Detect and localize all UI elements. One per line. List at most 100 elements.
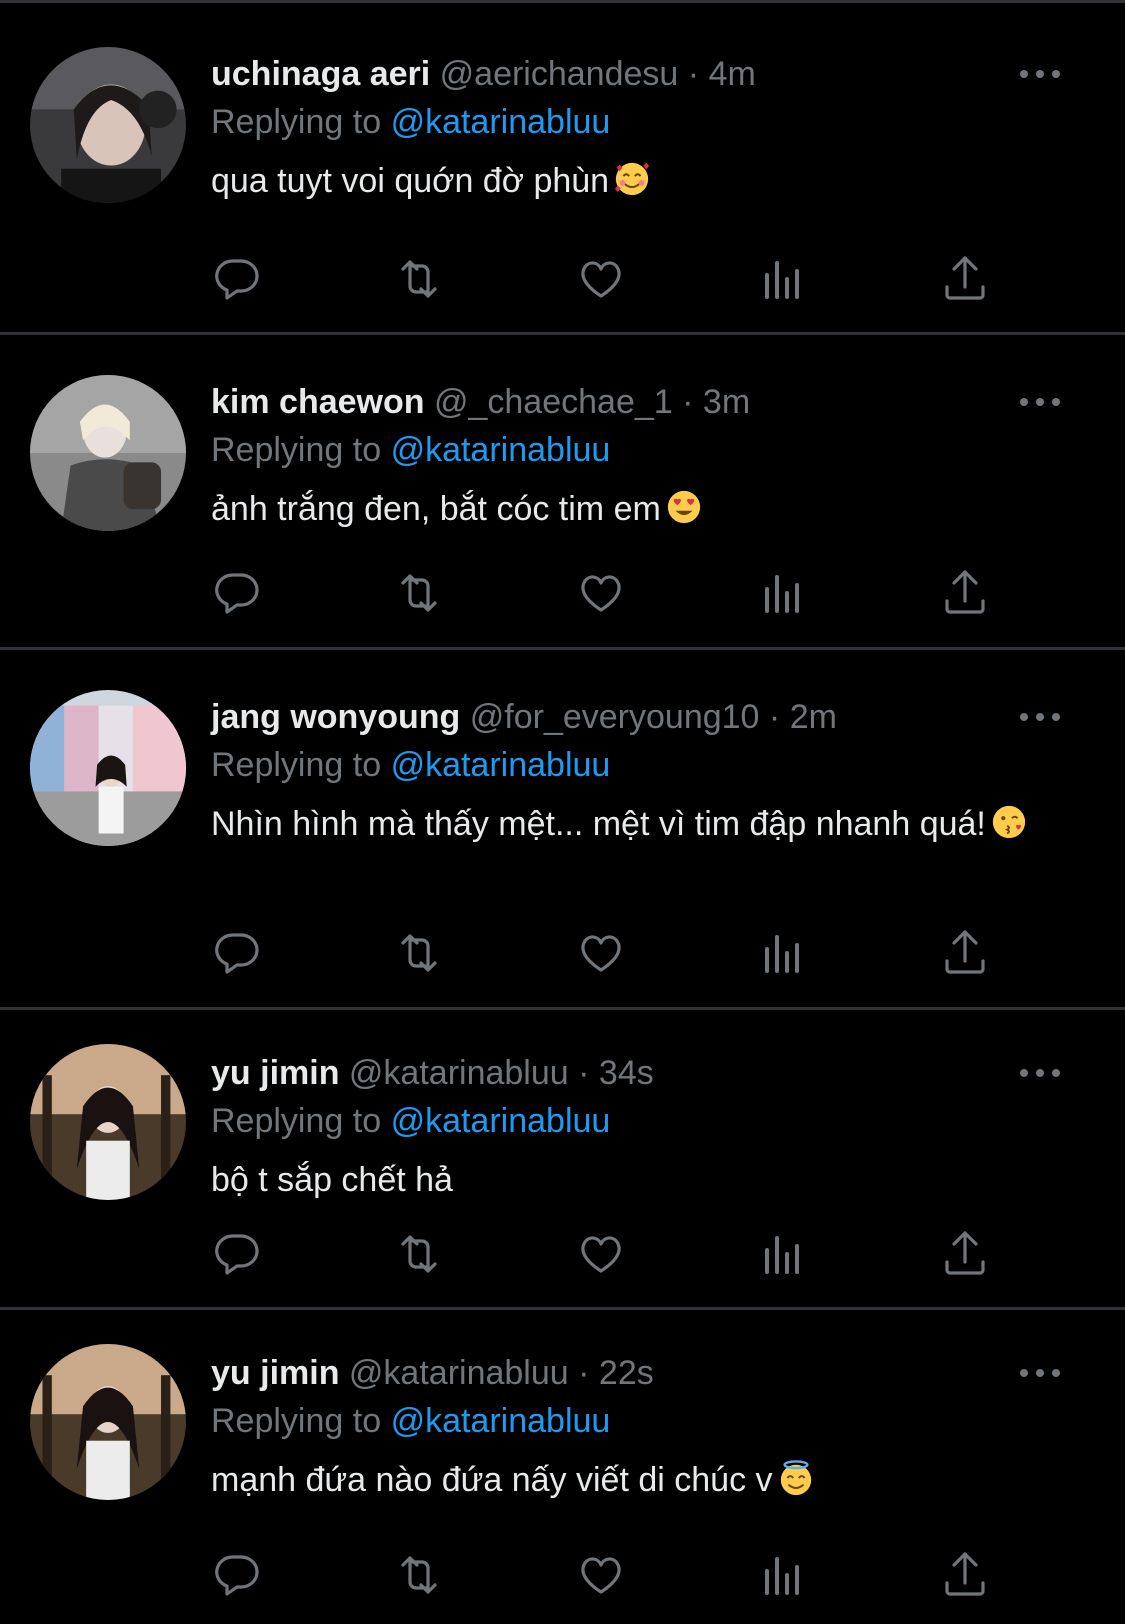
reply-icon[interactable] — [211, 253, 263, 305]
replying-prefix: Replying to — [211, 431, 382, 469]
retweet-icon[interactable] — [393, 927, 445, 979]
reply-tweet[interactable]: jang wonyoung @for_everyoung10 · 2m Repl… — [0, 650, 1125, 1010]
replying-prefix: Replying to — [211, 746, 382, 784]
avatar-image-icon — [30, 690, 186, 846]
timestamp[interactable]: 34s — [599, 1054, 654, 1092]
more-options-icon[interactable] — [1020, 1349, 1060, 1397]
display-name[interactable]: jang wonyoung — [211, 698, 460, 736]
action-bar — [211, 1228, 1085, 1280]
like-icon[interactable] — [575, 1549, 627, 1601]
timestamp[interactable]: 4m — [709, 55, 756, 93]
user-handle[interactable]: @katarinabluu — [349, 1354, 569, 1392]
views-icon[interactable] — [757, 567, 809, 619]
replying-mention[interactable]: @katarinabluu — [391, 746, 611, 784]
avatar[interactable] — [30, 375, 186, 531]
tweet-body: ảnh trắng đen, bắt cóc tim em — [211, 490, 661, 528]
avatar[interactable] — [30, 690, 186, 846]
reply-tweet[interactable]: kim chaewon @_chaechae_1 · 3m Replying t… — [0, 335, 1125, 650]
tweet-text: mạnh đứa nào đứa nấy viết di chúc v — [211, 1453, 1031, 1507]
user-handle[interactable]: @aerichandesu — [440, 55, 679, 93]
tweet-body: bộ t sắp chết hả — [211, 1161, 453, 1199]
separator-dot: · — [768, 698, 781, 736]
reply-tweet[interactable]: yu jimin @katarinabluu · 34s Replying to… — [0, 1010, 1125, 1310]
like-icon[interactable] — [575, 253, 627, 305]
replying-prefix: Replying to — [211, 103, 382, 141]
avatar-image-icon — [30, 375, 186, 531]
separator-dot: · — [682, 383, 694, 421]
tweet-body: qua tuyt voi quớn đờ phùn — [211, 162, 610, 200]
tweet-header: kim chaewon @_chaechae_1 · 3m — [211, 378, 1085, 426]
retweet-icon[interactable] — [393, 567, 445, 619]
reply-icon[interactable] — [211, 567, 263, 619]
replying-prefix: Replying to — [211, 1402, 382, 1440]
like-icon[interactable] — [575, 567, 627, 619]
tweet-text: bộ t sắp chết hả — [211, 1153, 1031, 1207]
action-bar — [211, 927, 1085, 979]
separator-dot: · — [578, 1354, 590, 1392]
replying-to: Replying to @katarinabluu — [211, 426, 1085, 474]
share-icon[interactable] — [939, 1228, 991, 1280]
replying-to: Replying to @katarinabluu — [211, 741, 1085, 789]
separator-dot: · — [578, 1054, 590, 1092]
tweet-header: yu jimin @katarinabluu · 34s — [211, 1049, 1085, 1097]
views-icon[interactable] — [757, 253, 809, 305]
retweet-icon[interactable] — [393, 1549, 445, 1601]
display-name[interactable]: yu jimin — [211, 1354, 339, 1392]
more-options-icon[interactable] — [1020, 1049, 1060, 1097]
tweet-text: ảnh trắng đen, bắt cóc tim em — [211, 482, 1031, 536]
like-icon[interactable] — [575, 1228, 627, 1280]
avatar[interactable] — [30, 47, 186, 203]
tweet-body: mạnh đứa nào đứa nấy viết di chúc v — [211, 1461, 773, 1499]
action-bar — [211, 1549, 1085, 1601]
display-name[interactable]: uchinaga aeri — [211, 55, 430, 93]
avatar-image-icon — [30, 1044, 186, 1200]
share-icon[interactable] — [939, 567, 991, 619]
replying-mention[interactable]: @katarinabluu — [391, 1102, 611, 1140]
user-handle[interactable]: @for_everyoung10 — [470, 698, 760, 736]
action-bar — [211, 253, 1085, 305]
more-options-icon[interactable] — [1020, 378, 1060, 426]
action-bar — [211, 567, 1085, 619]
user-handle[interactable]: @_chaechae_1 — [434, 383, 673, 421]
replying-to: Replying to @katarinabluu — [211, 1097, 1085, 1145]
avatar[interactable] — [30, 1344, 186, 1500]
tweet-header: jang wonyoung @for_everyoung10 · 2m — [211, 693, 1085, 741]
tweet-header: yu jimin @katarinabluu · 22s — [211, 1349, 1085, 1397]
views-icon[interactable] — [757, 927, 809, 979]
kissing-face-icon — [992, 805, 1026, 839]
replying-mention[interactable]: @katarinabluu — [391, 103, 611, 141]
display-name[interactable]: kim chaewon — [211, 383, 425, 421]
timestamp[interactable]: 22s — [599, 1354, 654, 1392]
avatar[interactable] — [30, 1044, 186, 1200]
heart-eyes-icon — [667, 490, 700, 524]
timestamp[interactable]: 3m — [703, 383, 750, 421]
halo-face-icon — [780, 1460, 811, 1496]
tweet-text: qua tuyt voi quớn đờ phùn — [211, 154, 1031, 208]
reply-icon[interactable] — [211, 1549, 263, 1601]
replying-mention[interactable]: @katarinabluu — [391, 1402, 611, 1440]
avatar-image-icon — [30, 1344, 186, 1500]
display-name[interactable]: yu jimin — [211, 1054, 339, 1092]
retweet-icon[interactable] — [393, 1228, 445, 1280]
share-icon[interactable] — [939, 1549, 991, 1601]
timestamp[interactable]: 2m — [790, 698, 837, 736]
like-icon[interactable] — [575, 927, 627, 979]
tweet-text: Nhìn hình mà thấy mệt... mệt vì tim đập … — [211, 797, 1031, 851]
replying-mention[interactable]: @katarinabluu — [391, 431, 611, 469]
avatar-image-icon — [30, 47, 186, 203]
share-icon[interactable] — [939, 253, 991, 305]
views-icon[interactable] — [757, 1549, 809, 1601]
reply-icon[interactable] — [211, 1228, 263, 1280]
separator-dot: · — [687, 55, 700, 93]
user-handle[interactable]: @katarinabluu — [349, 1054, 569, 1092]
retweet-icon[interactable] — [393, 253, 445, 305]
reply-tweet[interactable]: yu jimin @katarinabluu · 22s Replying to… — [0, 1310, 1125, 1624]
reply-icon[interactable] — [211, 927, 263, 979]
views-icon[interactable] — [757, 1228, 809, 1280]
more-options-icon[interactable] — [1020, 50, 1060, 98]
reply-tweet[interactable]: uchinaga aeri @aerichandesu · 4m Replyin… — [0, 3, 1125, 335]
tweet-body: Nhìn hình mà thấy mệt... mệt vì tim đập … — [211, 805, 986, 843]
replying-to: Replying to @katarinabluu — [211, 1397, 1085, 1445]
share-icon[interactable] — [939, 927, 991, 979]
more-options-icon[interactable] — [1020, 693, 1060, 741]
